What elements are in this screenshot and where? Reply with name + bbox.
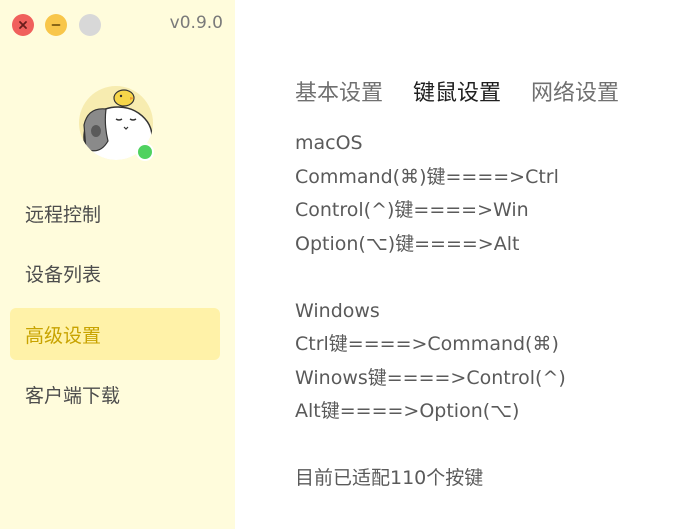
sidebar-nav: 远程控制 设备列表 高级设置 客户端下载	[10, 187, 220, 429]
sidebar-item-label: 设备列表	[25, 264, 102, 286]
supported-keys-note: 目前已适配110个按键	[295, 467, 484, 489]
sidebar: v0.9.0 远程控制 设备列表 高级设置 客户端下载	[0, 0, 235, 529]
online-status-dot	[136, 143, 154, 161]
maximize-window-button[interactable]	[79, 14, 101, 36]
mapping-line: Winows键====>Control(^)	[295, 366, 566, 389]
key-mapping-content: macOS Command(⌘)键====>Ctrl Control(^)键==…	[295, 127, 566, 496]
mapping-line: Alt键====>Option(⌥)	[295, 400, 520, 422]
close-icon	[19, 21, 27, 29]
version-label: v0.9.0	[169, 13, 223, 33]
tab-basic-settings[interactable]: 基本设置	[295, 75, 383, 107]
sidebar-item-device-list[interactable]: 设备列表	[10, 248, 220, 300]
sidebar-item-label: 高级设置	[25, 324, 102, 347]
sidebar-item-remote-control[interactable]: 远程控制	[10, 187, 220, 239]
minimize-window-button[interactable]	[45, 14, 67, 36]
mapping-line: Option(⌥)键====>Alt	[295, 232, 520, 255]
sidebar-item-advanced-settings[interactable]: 高级设置	[10, 308, 220, 360]
minimize-icon	[51, 24, 61, 26]
settings-tabs: 基本设置 键鼠设置 网络设置	[295, 75, 649, 107]
mapping-line: Command(⌘)键====>Ctrl	[295, 165, 559, 188]
tab-keyboard-mouse-settings[interactable]: 键鼠设置	[413, 75, 501, 107]
mapping-line: Control(^)键====>Win	[295, 199, 529, 221]
tab-network-settings[interactable]: 网络设置	[531, 75, 619, 107]
sidebar-item-label: 远程控制	[25, 203, 102, 226]
windows-section-title: Windows	[295, 299, 380, 322]
main-panel: 基本设置 键鼠设置 网络设置 macOS Command(⌘)键====>Ctr…	[235, 0, 686, 529]
mapping-line: Ctrl键====>Command(⌘)	[295, 333, 559, 355]
app-window: v0.9.0 远程控制 设备列表 高级设置 客户端下载 基本设置 键鼠设置 网络…	[0, 0, 686, 529]
close-window-button[interactable]	[12, 14, 34, 36]
sidebar-item-label: 客户端下载	[25, 385, 121, 407]
macos-section-title: macOS	[295, 132, 363, 154]
sidebar-item-client-download[interactable]: 客户端下载	[10, 369, 220, 421]
